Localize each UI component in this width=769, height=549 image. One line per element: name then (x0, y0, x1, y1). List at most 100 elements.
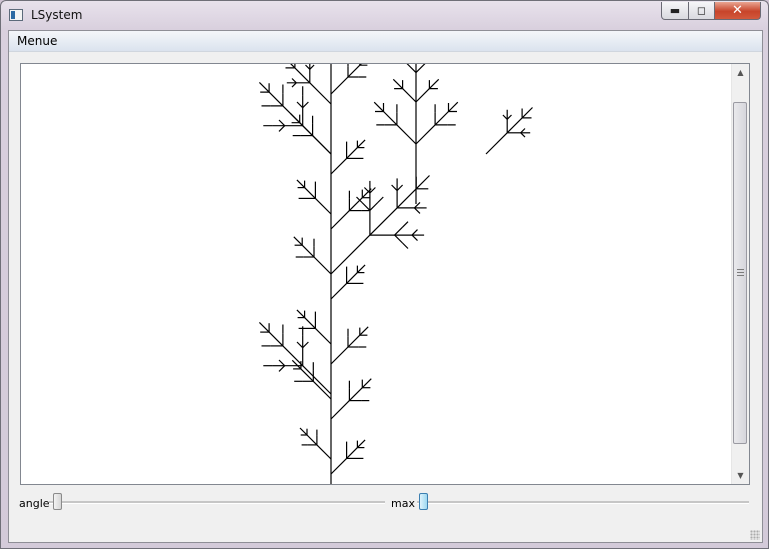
tree-branch-segment (346, 147, 358, 159)
tree-branch-segment (415, 175, 430, 190)
max-slider-track[interactable] (417, 501, 749, 504)
tree-branch-segment (428, 78, 440, 90)
tree-branch-segment (383, 111, 398, 126)
tree-branch-segment (359, 326, 369, 336)
vertical-scrollbar[interactable]: ▲ ▼ (731, 64, 749, 484)
tree-branch-segment (293, 236, 303, 246)
tree-branch-segment (391, 184, 398, 192)
scroll-down-icon: ▼ (737, 471, 744, 480)
tree-branch-segment (415, 88, 430, 103)
tree-branch-segment (299, 427, 308, 436)
angle-slider-handle[interactable] (53, 493, 62, 510)
tree-branch-segment (415, 124, 436, 145)
tree-branch-segment (330, 234, 371, 275)
tree-branch-segment (330, 157, 348, 175)
tree-branch-segment (373, 101, 384, 112)
tree-branch-segment (296, 309, 306, 319)
tree-branch-segment (301, 244, 315, 258)
tree-branch-segment (346, 447, 358, 459)
close-icon: ✕ (732, 3, 743, 18)
minimize-button[interactable]: ▬ (661, 2, 689, 20)
menu-bar: Menue (9, 31, 762, 52)
tree-branch-segment (294, 67, 311, 84)
tree-branch-segment (369, 207, 398, 236)
tree-branch-segment (396, 188, 417, 209)
grip-icon (737, 269, 744, 277)
tree-branch-segment (291, 359, 302, 370)
tree-branch-segment (314, 197, 332, 215)
max-slider-handle[interactable] (419, 493, 428, 510)
tree-branch-segment (258, 321, 270, 333)
tree-branch-segment (330, 76, 349, 95)
tree-branch-segment (296, 101, 304, 109)
tree-branch-segment (361, 202, 371, 211)
tree-branch-segment (402, 88, 417, 103)
tree-branch-segment (369, 187, 376, 194)
tree-branch-segment (411, 229, 418, 236)
client-area: Menue ▲ ▼ angle max (8, 30, 763, 543)
tree-branch-segment (346, 272, 358, 284)
tree-branch-segment (396, 184, 404, 192)
tree-branch-segment (304, 317, 316, 329)
tree-branch-segment (309, 82, 332, 105)
app-icon[interactable] (9, 9, 23, 21)
tree-branch-segment (282, 345, 304, 367)
tree-branch-segment (330, 400, 350, 420)
title-bar[interactable]: LSystem ▬ ◻ ✕ (1, 1, 768, 31)
tree-branch-segment (302, 341, 309, 349)
drawing-canvas[interactable]: ▲ ▼ (20, 63, 750, 485)
maximize-icon: ◻ (696, 4, 707, 17)
resize-grip[interactable] (750, 530, 760, 540)
tree-branch-segment (402, 242, 409, 249)
tree-branch-segment (521, 107, 533, 119)
tree-branch-segment (278, 359, 286, 367)
tree-branch-segment (302, 101, 309, 109)
angle-slider-track[interactable] (49, 501, 385, 504)
tree-branch-segment (369, 202, 379, 211)
tree-branch-segment (330, 210, 350, 230)
tree-branch-segment (309, 64, 315, 70)
tree-branch-segment (278, 125, 286, 132)
tree-branch-segment (394, 226, 403, 236)
app-window: LSystem ▬ ◻ ✕ Menue ▲ ▼ angle max (0, 0, 769, 549)
tree-branch-segment (377, 196, 384, 203)
tree-branch-segment (306, 434, 318, 446)
tree-branch-segment (392, 78, 404, 90)
tree-branch-segment (396, 124, 417, 145)
tree-branch-segment (296, 179, 306, 189)
tree-branch-segment (506, 117, 523, 134)
tree-branch-segment (506, 114, 512, 120)
window-title: LSystem (31, 8, 83, 22)
tree-branch-segment (448, 101, 459, 112)
tree-branch-segment (348, 387, 363, 402)
angle-label: angle (19, 497, 50, 510)
tree-branch-segment (520, 128, 526, 134)
max-label: max (391, 497, 415, 510)
tree-branch-segment (278, 119, 286, 127)
tree-branch-segment (296, 341, 304, 349)
scroll-up-button[interactable]: ▲ (732, 64, 749, 81)
tree-branch-segment (348, 197, 363, 212)
scrollbar-thumb[interactable] (733, 102, 747, 444)
tree-branch-segment (356, 264, 366, 274)
tree-branch-segment (402, 221, 409, 228)
scroll-up-icon: ▲ (737, 68, 744, 77)
tree-branch-segment (312, 380, 332, 400)
tree-branch-segment (330, 282, 348, 300)
tree-branch-segment (413, 201, 421, 209)
tree-branch-segment (520, 132, 526, 138)
close-button[interactable]: ✕ (714, 2, 761, 20)
tree-branch-segment (347, 64, 361, 78)
minimize-icon: ▬ (669, 4, 681, 17)
tree-branch-segment (313, 256, 332, 275)
tree-branch-segment (291, 82, 297, 88)
menu-item-menue[interactable]: Menue (17, 34, 57, 48)
tree-branch-segment (356, 439, 366, 449)
maximize-button[interactable]: ◻ (688, 2, 715, 20)
tree-branch-segment (361, 378, 372, 389)
tree-branch-segment (434, 111, 449, 126)
tree-branch-segment (291, 78, 297, 84)
lsystem-tree-graphic (258, 64, 533, 484)
tree-branch-segment (302, 365, 332, 395)
scroll-down-button[interactable]: ▼ (732, 467, 749, 484)
